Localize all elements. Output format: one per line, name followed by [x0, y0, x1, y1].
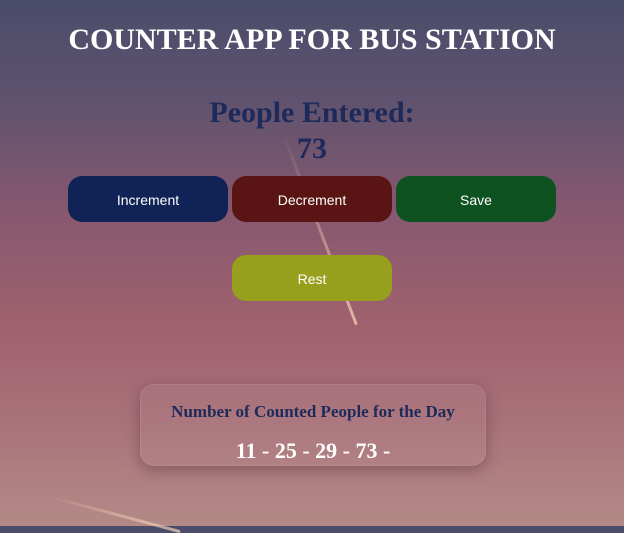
decrement-button[interactable]: Decrement	[232, 176, 392, 222]
summary-title: Number of Counted People for the Day	[171, 402, 455, 421]
increment-button[interactable]: Increment	[68, 176, 228, 222]
page-title: COUNTER APP FOR BUS STATION	[68, 23, 556, 57]
rest-button[interactable]: Rest	[232, 255, 392, 301]
daily-summary-panel: Number of Counted People for the Day 11 …	[140, 384, 486, 466]
saved-counts-list: 11 - 25 - 29 - 73 -	[235, 438, 391, 463]
background-light-streak	[44, 494, 181, 533]
save-button[interactable]: Save	[396, 176, 556, 222]
people-entered-count: 73	[297, 131, 327, 165]
people-entered-label: People Entered:	[209, 95, 415, 129]
